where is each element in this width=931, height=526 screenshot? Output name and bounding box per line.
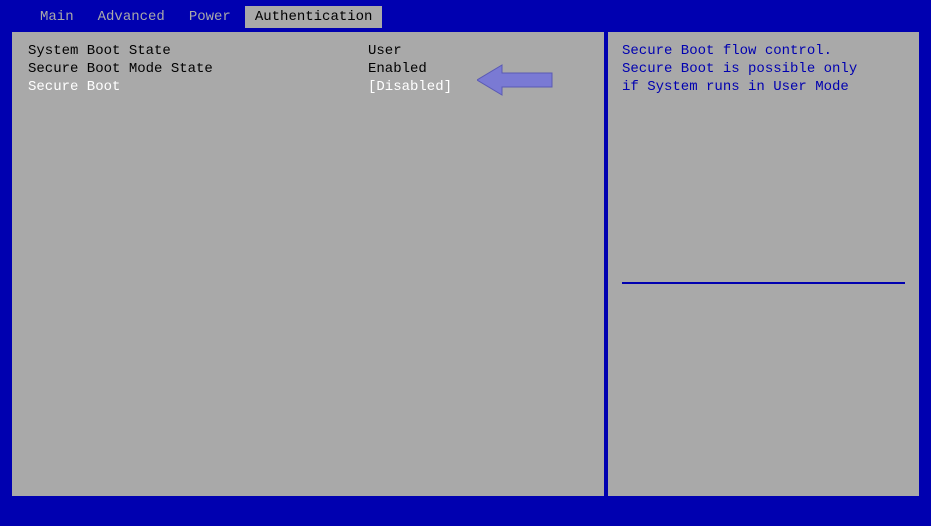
bios-setup-utility: Main Advanced Power Authentication Syste… [0,0,931,526]
setting-value: Enabled [368,60,427,78]
tab-power[interactable]: Power [179,6,241,28]
help-line: if System runs in User Mode [622,78,905,96]
tab-main[interactable]: Main [30,6,84,28]
help-line: Secure Boot flow control. [622,42,905,60]
setting-value: [Disabled] [368,78,452,96]
setting-value: User [368,42,402,60]
setting-label: Secure Boot [28,78,368,96]
settings-panel: System Boot State User Secure Boot Mode … [10,30,606,498]
help-line: Secure Boot is possible only [622,60,905,78]
bottom-bar [0,508,931,526]
tab-advanced[interactable]: Advanced [88,6,175,28]
help-bottom [608,294,919,496]
tab-bar: Main Advanced Power Authentication [0,0,931,28]
setting-system-boot-state: System Boot State User [28,42,588,60]
main-area: System Boot State User Secure Boot Mode … [8,28,923,500]
setting-label: System Boot State [28,42,368,60]
help-divider [622,282,905,284]
tab-authentication[interactable]: Authentication [245,6,383,28]
help-text: Secure Boot flow control. Secure Boot is… [608,32,919,294]
annotation-arrow-icon [477,60,557,100]
help-panel: Secure Boot flow control. Secure Boot is… [606,30,921,498]
setting-label: Secure Boot Mode State [28,60,368,78]
